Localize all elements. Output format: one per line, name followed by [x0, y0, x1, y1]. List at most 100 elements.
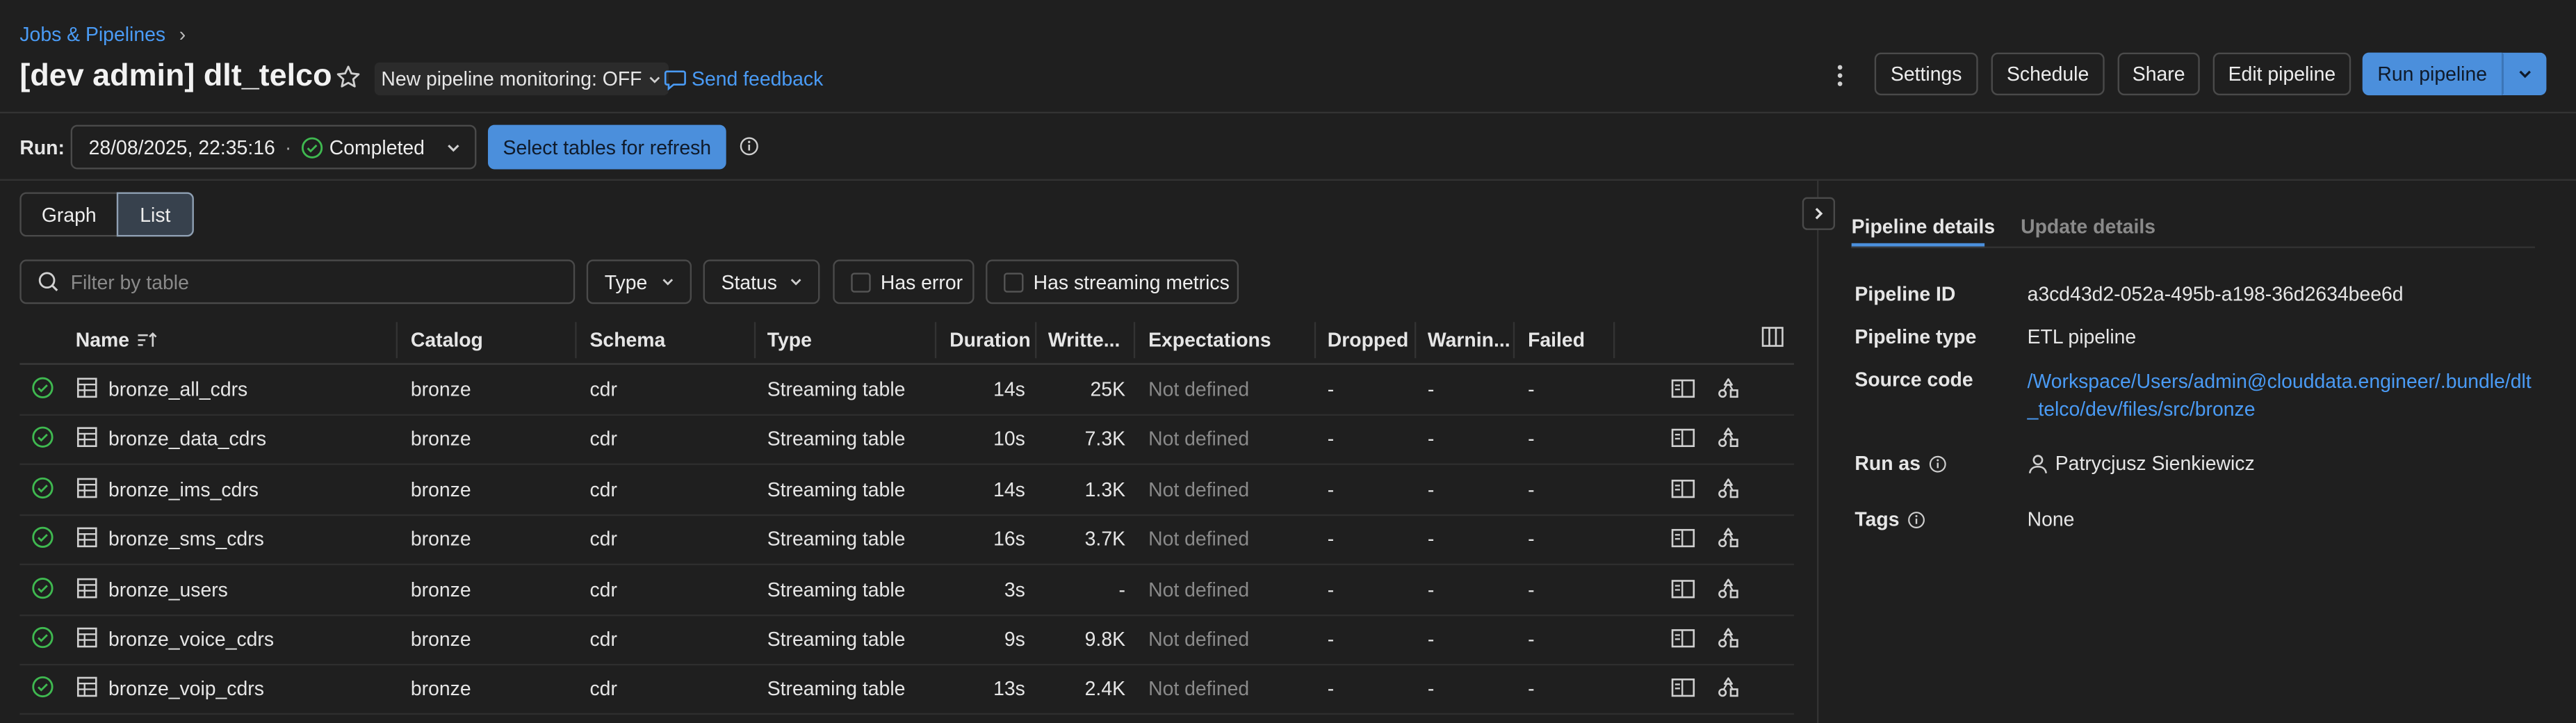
row-warning: - [1427, 377, 1435, 401]
table-row[interactable]: bronze_sms_cdrs bronze cdr Streaming table 1… [19, 514, 1794, 566]
table-icon [76, 626, 99, 649]
row-warning: - [1427, 627, 1435, 651]
table-name-link[interactable]: bronze_data_cdrs [108, 428, 266, 450]
pipeline-id-label: Pipeline ID [1854, 282, 1956, 306]
tab-list[interactable]: List [116, 192, 194, 237]
lineage-icon[interactable] [1717, 576, 1740, 599]
row-failed: - [1528, 677, 1535, 701]
columns-icon[interactable] [1761, 325, 1784, 348]
kebab-menu-icon[interactable] [1829, 63, 1852, 89]
info-icon[interactable] [1907, 510, 1925, 528]
lineage-icon[interactable] [1717, 626, 1740, 649]
select-tables-refresh-button[interactable]: Select tables for refresh [487, 124, 726, 170]
edit-pipeline-button[interactable]: Edit pipeline [2212, 52, 2351, 96]
row-type: Streaming table [767, 377, 906, 401]
column-header-expectations[interactable]: Expectations [1148, 329, 1271, 352]
details-icon[interactable] [1671, 478, 1695, 499]
table-row[interactable]: bronze_data_cdrs bronze cdr Streaming table… [19, 415, 1794, 466]
details-icon[interactable] [1671, 428, 1695, 449]
check-circle-icon [31, 576, 54, 599]
type-filter-dropdown[interactable]: Type [586, 259, 692, 304]
column-header-warning[interactable]: Warnin... [1428, 329, 1510, 352]
table-name-link[interactable]: bronze_all_cdrs [108, 378, 247, 401]
row-expectations: Not defined [1148, 577, 1250, 601]
column-header-dropped[interactable]: Dropped [1328, 329, 1409, 352]
table-name-link[interactable]: bronze_voip_cdrs [108, 678, 264, 701]
row-written: 25K [1090, 377, 1126, 401]
table-row[interactable]: bronze_voip_cdrs bronze cdr Streaming table… [19, 665, 1794, 716]
tab-graph[interactable]: Graph [19, 192, 119, 237]
column-header-duration[interactable]: Duration [949, 329, 1031, 352]
send-feedback-link[interactable]: Send feedback [664, 67, 823, 90]
details-icon[interactable] [1671, 678, 1695, 699]
settings-button[interactable]: Settings [1874, 52, 1978, 96]
has-error-checkbox[interactable] [851, 272, 871, 292]
lineage-icon[interactable] [1717, 526, 1740, 549]
info-icon[interactable] [1929, 455, 1947, 473]
column-divider [934, 322, 937, 359]
lineage-icon[interactable] [1717, 676, 1740, 699]
run-status: Completed [329, 135, 425, 159]
details-icon[interactable] [1671, 628, 1695, 649]
row-warning: - [1427, 478, 1435, 501]
has-streaming-metrics-checkbox[interactable] [1004, 272, 1024, 292]
share-button[interactable]: Share [2117, 52, 2200, 96]
row-warning: - [1427, 577, 1435, 601]
lineage-icon[interactable] [1717, 476, 1740, 499]
breadcrumb-jobs-pipelines[interactable]: Jobs & Pipelines [19, 23, 165, 46]
column-header-name[interactable]: Name [76, 329, 157, 352]
column-header-type[interactable]: Type [767, 329, 812, 352]
tab-pipeline-details[interactable]: Pipeline details [1852, 216, 1996, 238]
details-icon[interactable] [1671, 578, 1695, 599]
table-name-link[interactable]: bronze_sms_cdrs [108, 528, 264, 551]
type-filter-label: Type [604, 270, 648, 293]
star-icon[interactable] [335, 64, 361, 90]
lineage-icon[interactable] [1717, 426, 1740, 449]
source-code-link[interactable]: /Workspace/Users/admin@clouddata.enginee… [2028, 368, 2532, 423]
table-row[interactable]: bronze_voice_cdrs bronze cdr Streaming tabl… [19, 615, 1794, 666]
column-header-catalog[interactable]: Catalog [411, 329, 483, 352]
run-as-user: Patrycjusz Sienkiewicz [2028, 452, 2255, 475]
row-catalog: bronze [410, 478, 471, 501]
column-header-schema[interactable]: Schema [590, 329, 666, 352]
schedule-button[interactable]: Schedule [1991, 52, 2105, 96]
column-header-failed[interactable]: Failed [1528, 329, 1585, 352]
row-failed: - [1528, 377, 1535, 401]
tags-value: None [2027, 507, 2075, 531]
column-header-written[interactable]: Writte... [1048, 329, 1120, 352]
check-circle-icon [31, 526, 54, 549]
table-name-link[interactable]: bronze_users [108, 578, 228, 601]
details-icon[interactable] [1671, 528, 1695, 549]
feedback-icon [664, 68, 687, 90]
run-selector-dropdown[interactable]: 28/08/2025, 22:35:16 · Completed [70, 124, 477, 170]
table-row[interactable]: bronze_ims_cdrs bronze cdr Streaming table 1… [19, 464, 1794, 516]
details-tabs-divider [1851, 246, 2535, 248]
collapse-panel-button[interactable] [1802, 197, 1836, 230]
row-type: Streaming table [767, 577, 906, 601]
row-dropped: - [1327, 377, 1335, 401]
row-expectations: Not defined [1148, 677, 1250, 701]
pipeline-monitoring-dropdown[interactable]: New pipeline monitoring: OFF [374, 62, 669, 96]
table-name-link[interactable]: bronze_ims_cdrs [108, 478, 259, 501]
table-row[interactable]: bronze_all_cdrs bronze cdr Streaming table 1… [19, 365, 1794, 416]
sort-icon[interactable] [136, 330, 157, 350]
row-dropped: - [1327, 478, 1335, 501]
info-icon[interactable] [740, 136, 759, 156]
table-name-link[interactable]: bronze_voice_cdrs [108, 628, 274, 651]
tab-update-details[interactable]: Update details [2021, 216, 2155, 238]
table-search-field[interactable]: Filter by table [19, 259, 576, 304]
lineage-icon[interactable] [1717, 376, 1740, 399]
row-dropped: - [1327, 528, 1335, 551]
has-streaming-metrics-filter[interactable]: Has streaming metrics [986, 259, 1239, 304]
row-dropped: - [1327, 577, 1335, 601]
has-error-filter[interactable]: Has error [833, 259, 975, 304]
status-filter-dropdown[interactable]: Status [703, 259, 820, 304]
run-pipeline-button[interactable]: Run pipeline [2362, 52, 2502, 96]
pipeline-id-value: a3cd43d2-052a-495b-a198-36d2634bee6d [2027, 282, 2404, 306]
search-input[interactable]: Filter by table [71, 270, 189, 293]
details-icon[interactable] [1671, 378, 1695, 400]
row-failed: - [1528, 577, 1535, 601]
run-pipeline-menu-button[interactable] [2502, 52, 2547, 96]
table-row[interactable]: bronze_users bronze cdr Streaming table 3s - N… [19, 564, 1794, 616]
row-schema: cdr [589, 677, 617, 701]
